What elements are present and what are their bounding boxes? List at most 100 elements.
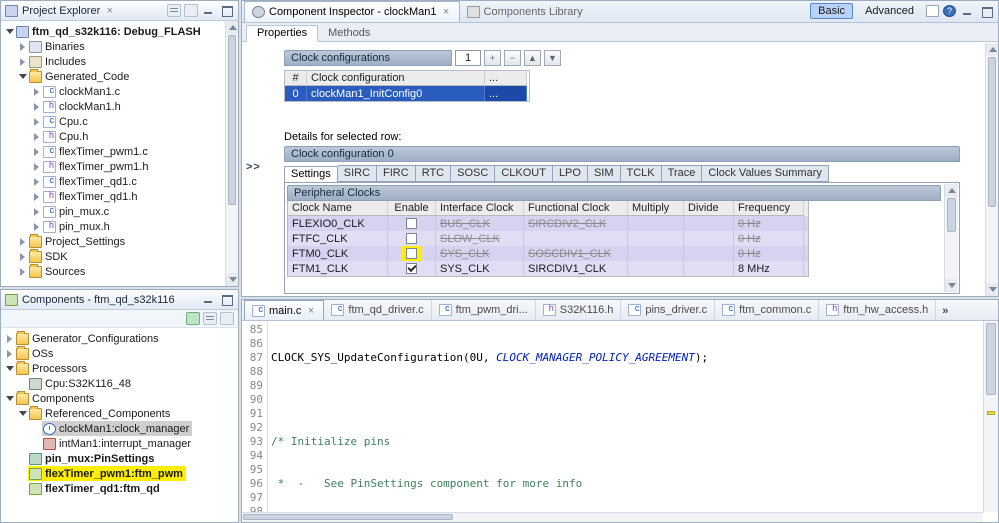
- tab-ftm-common-c[interactable]: ftm_common.c: [715, 300, 820, 320]
- tab-ftm-pwm-driver-c[interactable]: ftm_pwm_dri...: [432, 300, 536, 320]
- tab-clock-values-summary[interactable]: Clock Values Summary: [702, 165, 829, 182]
- enable-checkbox[interactable]: [406, 248, 417, 259]
- expand-arrow[interactable]: [17, 71, 28, 82]
- tree-item-project[interactable]: ftm_qd_s32k116: Debug_FLASH: [1, 24, 238, 39]
- table-row-ftm0-clk[interactable]: FTM0_CLK SYS_CLK SOSCDIV1_CLK 0 Hz: [288, 246, 808, 261]
- tab-ftm-hw-access-h[interactable]: ftm_hw_access.h: [819, 300, 937, 320]
- config-count-field[interactable]: 1: [455, 50, 481, 66]
- table-row-flexio0-clk[interactable]: FLEXIO0_CLK BUS_CLK SIRCDIV2_CLK 0 Hz: [288, 216, 808, 231]
- minimize-icon[interactable]: [960, 5, 975, 18]
- code-line[interactable]: * - See PinSettings component for more i…: [271, 477, 983, 491]
- tab-lpo[interactable]: LPO: [552, 165, 588, 182]
- table-row-ftfc-clk[interactable]: FTFC_CLK SLOW_CLK 0 Hz: [288, 231, 808, 246]
- tab-settings[interactable]: Settings: [284, 166, 338, 183]
- tree-item-project-settings[interactable]: Project_Settings: [1, 233, 238, 249]
- tree-item-intman1[interactable]: intMan1:interrupt_manager: [1, 436, 238, 451]
- expand-arrow[interactable]: [31, 206, 42, 217]
- tree-item-file[interactable]: flexTimer_qd1.c: [1, 174, 238, 189]
- tree-item-clockman1[interactable]: clockMan1:clock_manager: [1, 421, 238, 436]
- expand-arrow[interactable]: [4, 393, 15, 404]
- close-icon[interactable]: ×: [441, 6, 452, 18]
- tree-item-generated-code[interactable]: Generated_Code: [1, 68, 238, 84]
- minimize-icon[interactable]: [201, 293, 216, 306]
- expand-arrow[interactable]: [17, 251, 28, 262]
- code-line[interactable]: [271, 393, 983, 407]
- tab-methods[interactable]: Methods: [318, 26, 380, 41]
- scroll-up-icon[interactable]: [986, 43, 998, 56]
- code-line[interactable]: /* Initialize pins: [271, 435, 983, 449]
- tree-item-cpu[interactable]: Cpu:S32K116_48: [1, 376, 238, 391]
- link-with-editor-icon[interactable]: [184, 4, 198, 17]
- tree-item-file[interactable]: flexTimer_pwm1.h: [1, 159, 238, 174]
- minimize-icon[interactable]: [201, 4, 216, 17]
- add-config-button[interactable]: +: [484, 50, 501, 66]
- expand-arrow[interactable]: [17, 41, 28, 52]
- tab-firc[interactable]: FIRC: [377, 165, 416, 182]
- tree-item-file[interactable]: clockMan1.h: [1, 99, 238, 114]
- collapse-all-icon[interactable]: [203, 312, 217, 325]
- table-row-ftm1-clk[interactable]: FTM1_CLK SYS_CLK SIRCDIV1_CLK 8 MHz: [288, 261, 808, 276]
- tab-sirc[interactable]: SIRC: [337, 165, 378, 182]
- add-component-icon[interactable]: [186, 312, 200, 325]
- tree-item-includes[interactable]: Includes: [1, 54, 238, 69]
- tree-item-sdk[interactable]: SDK: [1, 248, 238, 264]
- expand-arrow[interactable]: [31, 221, 42, 232]
- tree-item-generator-configurations[interactable]: Generator_Configurations: [1, 330, 238, 346]
- tab-trace[interactable]: Trace: [661, 165, 703, 182]
- enable-checkbox[interactable]: [406, 218, 417, 229]
- tree-item-flextimer-qd1[interactable]: flexTimer_qd1:ftm_qd: [1, 481, 238, 496]
- tree-item-file[interactable]: flexTimer_qd1.h: [1, 189, 238, 204]
- tree-item-processors[interactable]: Processors: [1, 360, 238, 376]
- tab-sim[interactable]: SIM: [587, 165, 621, 182]
- advanced-button[interactable]: Advanced: [857, 3, 922, 19]
- close-icon[interactable]: ×: [104, 5, 115, 17]
- tree-item-file[interactable]: flexTimer_pwm1.c: [1, 144, 238, 159]
- editor-scrollbar-horizontal[interactable]: [242, 512, 983, 522]
- scroll-up-icon[interactable]: [226, 21, 238, 34]
- expand-arrow[interactable]: [31, 116, 42, 127]
- expand-arrow[interactable]: [31, 191, 42, 202]
- tree-item-file[interactable]: clockMan1.c: [1, 84, 238, 99]
- more-cell[interactable]: ...: [485, 86, 527, 101]
- scrollbar-thumb[interactable]: [947, 198, 956, 232]
- editor-scrollbar-vertical[interactable]: [983, 321, 998, 512]
- enable-checkbox[interactable]: [406, 263, 417, 274]
- tab-s32k116-h[interactable]: S32K116.h: [536, 300, 622, 320]
- tree-item-file[interactable]: Cpu.c: [1, 114, 238, 129]
- move-down-button[interactable]: ▼: [544, 50, 561, 66]
- table-row-selected[interactable]: 0 clockMan1_InitConfig0 ...: [285, 86, 529, 101]
- tab-components-library[interactable]: Components Library: [460, 1, 590, 22]
- tab-overflow-chevron[interactable]: »: [942, 305, 948, 320]
- document-icon[interactable]: [926, 5, 939, 17]
- scroll-down-icon[interactable]: [945, 279, 958, 292]
- expand-arrow[interactable]: [31, 131, 42, 142]
- collapse-all-icon[interactable]: [167, 4, 181, 17]
- basic-button[interactable]: Basic: [810, 3, 854, 19]
- expand-arrow[interactable]: [31, 101, 42, 112]
- scroll-down-icon[interactable]: [986, 283, 998, 296]
- table-scrollbar[interactable]: [944, 184, 958, 292]
- inspector-scrollbar[interactable]: [985, 43, 998, 296]
- code-area[interactable]: CLOCK_SYS_UpdateConfiguration(0U, CLOCK_…: [271, 321, 983, 512]
- tree-item-binaries[interactable]: Binaries: [1, 39, 238, 54]
- help-icon[interactable]: ?: [943, 5, 956, 17]
- maximize-icon[interactable]: [219, 4, 234, 17]
- expand-arrow[interactable]: [31, 161, 42, 172]
- expand-arrow[interactable]: [17, 56, 28, 67]
- tree-item-referenced-components[interactable]: Referenced_Components: [1, 405, 238, 421]
- expand-arrow[interactable]: [4, 26, 15, 37]
- tree-item-file[interactable]: pin_mux.c: [1, 204, 238, 219]
- tab-properties[interactable]: Properties: [246, 25, 319, 42]
- scrollbar-thumb[interactable]: [986, 323, 996, 395]
- scrollbar[interactable]: [225, 21, 238, 286]
- expand-arrow[interactable]: [31, 176, 42, 187]
- expand-arrow[interactable]: [4, 348, 15, 359]
- tab-ftm-qd-driver-c[interactable]: ftm_qd_driver.c: [324, 300, 432, 320]
- tree-item-components[interactable]: Components: [1, 390, 238, 406]
- remove-config-button[interactable]: −: [504, 50, 521, 66]
- tree-item-sources[interactable]: Sources: [1, 263, 238, 279]
- tab-tclk[interactable]: TCLK: [620, 165, 662, 182]
- expand-arrow[interactable]: [31, 86, 42, 97]
- tab-pins-driver-c[interactable]: pins_driver.c: [621, 300, 716, 320]
- tree-item-flextimer-pwm1[interactable]: flexTimer_pwm1:ftm_pwm: [1, 466, 238, 481]
